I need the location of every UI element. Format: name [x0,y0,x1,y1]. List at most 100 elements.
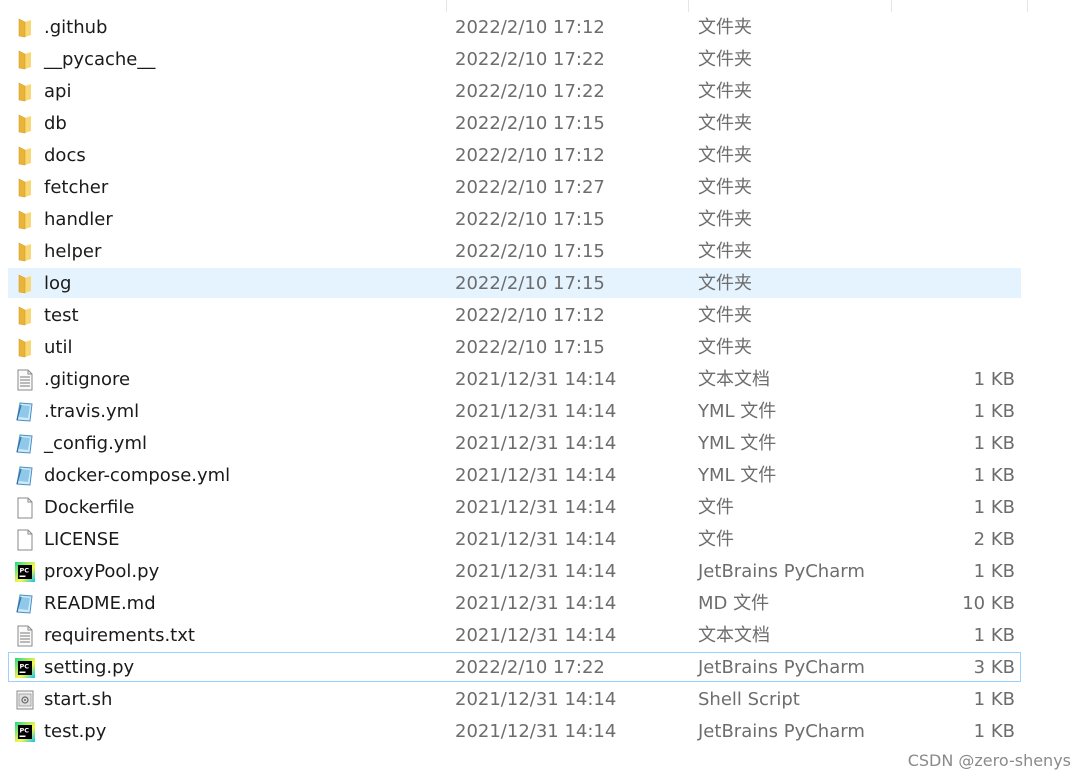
file-name: docker-compose.yml [44,465,231,486]
file-type: 文件夹 [698,177,752,198]
file-size: 1 KB [973,625,1015,646]
file-size: 1 KB [973,369,1015,390]
file-name: _config.yml [44,433,147,454]
folder-icon [15,17,35,39]
file-row[interactable]: docker-compose.yml 2021/12/31 14:14 YML 文件… [8,460,1021,490]
file-name: util [44,337,73,358]
file-row[interactable]: README.md 2021/12/31 14:14 MD 文件 10 KB [8,588,1021,618]
file-type: MD 文件 [698,593,770,614]
file-row[interactable]: log 2022/2/10 17:15 文件夹 [8,268,1021,298]
file-type: 文件夹 [698,241,752,262]
file-type: JetBrains PyCharm [698,657,865,678]
file-row[interactable]: handler 2022/2/10 17:15 文件夹 [8,204,1021,234]
file-name: docs [44,145,86,166]
file-row[interactable]: __pycache__ 2022/2/10 17:22 文件夹 [8,44,1021,74]
file-name: README.md [44,593,156,614]
file-row[interactable]: start.sh 2021/12/31 14:14 Shell Script 1 KB [8,684,1021,714]
file-date: 2021/12/31 14:14 [455,465,617,486]
file-row[interactable]: LICENSE 2021/12/31 14:14 文件 2 KB [8,524,1021,554]
file-type: 文本文档 [698,625,770,646]
file-size: 2 KB [973,529,1015,550]
file-row[interactable]: api 2022/2/10 17:22 文件夹 [8,76,1021,106]
file-row[interactable]: PC proxyPool.py 2021/12/31 14:14 JetBrains … [8,556,1021,586]
watermark: CSDN @zero-shenys [907,751,1071,770]
file-type: 文件夹 [698,145,752,166]
folder-icon [15,209,35,231]
yml-file-icon [15,465,35,487]
file-type: 文件 [698,497,734,518]
file-date: 2022/2/10 17:15 [455,337,605,358]
file-row[interactable]: helper 2022/2/10 17:15 文件夹 [8,236,1021,266]
file-date: 2021/12/31 14:14 [455,497,617,518]
folder-icon [15,177,35,199]
svg-text:PC: PC [20,727,30,735]
file-type: 文件夹 [698,305,752,326]
shell-script-icon [15,689,35,711]
svg-text:PC: PC [20,567,30,575]
file-row[interactable]: Dockerfile 2021/12/31 14:14 文件 1 KB [8,492,1021,522]
file-date: 2022/2/10 17:15 [455,241,605,262]
yml-file-icon [15,401,35,423]
file-size: 1 KB [973,497,1015,518]
file-date: 2022/2/10 17:22 [455,49,605,70]
file-type: 文本文档 [698,369,770,390]
file-row[interactable]: PC setting.py 2022/2/10 17:22 JetBrains PyC… [8,652,1021,682]
file-date: 2022/2/10 17:15 [455,273,605,294]
file-type: 文件 [698,529,734,550]
file-name: .github [44,17,108,38]
file-type: YML 文件 [698,433,777,454]
svg-text:PC: PC [20,663,30,671]
file-date: 2022/2/10 17:27 [455,177,605,198]
pycharm-icon: PC [15,721,35,743]
file-row[interactable]: util 2022/2/10 17:15 文件夹 [8,332,1021,362]
file-name: requirements.txt [44,625,195,646]
file-type: JetBrains PyCharm [698,561,865,582]
file-row[interactable]: _config.yml 2021/12/31 14:14 YML 文件 1 KB [8,428,1021,458]
file-size: 1 KB [973,721,1015,742]
file-row[interactable]: .travis.yml 2021/12/31 14:14 YML 文件 1 KB [8,396,1021,426]
file-date: 2021/12/31 14:14 [455,721,617,742]
folder-icon [15,113,35,135]
file-name: proxyPool.py [44,561,160,582]
file-type: Shell Script [698,689,800,710]
file-row[interactable]: db 2022/2/10 17:15 文件夹 [8,108,1021,138]
file-date: 2022/2/10 17:12 [455,17,605,38]
pycharm-icon: PC [15,657,35,679]
file-name: test [44,305,79,326]
file-type: 文件夹 [698,17,752,38]
file-name: db [44,113,67,134]
folder-icon [15,273,35,295]
file-name: fetcher [44,177,109,198]
file-size: 1 KB [973,433,1015,454]
file-name: handler [44,209,113,230]
file-row[interactable]: docs 2022/2/10 17:12 文件夹 [8,140,1021,170]
file-date: 2021/12/31 14:14 [455,433,617,454]
file-type: YML 文件 [698,401,777,422]
file-size: 1 KB [973,465,1015,486]
file-type: JetBrains PyCharm [698,721,865,742]
file-type: 文件夹 [698,209,752,230]
file-date: 2022/2/10 17:12 [455,145,605,166]
folder-icon [15,241,35,263]
file-date: 2022/2/10 17:15 [455,113,605,134]
file-name: __pycache__ [44,49,156,70]
pycharm-icon: PC [15,561,35,583]
file-row[interactable]: PC test.py 2021/12/31 14:14 JetBrains PyCha… [8,716,1021,746]
folder-icon [15,81,35,103]
file-name: log [44,273,72,294]
file-type: 文件夹 [698,49,752,70]
file-row[interactable]: .github 2022/2/10 17:12 文件夹 [8,12,1021,42]
file-row[interactable]: .gitignore 2021/12/31 14:14 文本文档 1 KB [8,364,1021,394]
file-name: Dockerfile [44,497,135,518]
yml-file-icon [15,593,35,615]
yml-file-icon [15,433,35,455]
file-row[interactable]: test 2022/2/10 17:12 文件夹 [8,300,1021,330]
file-row[interactable]: requirements.txt 2021/12/31 14:14 文本文档 1 KB [8,620,1021,650]
file-name: LICENSE [44,529,120,550]
file-row[interactable]: fetcher 2022/2/10 17:27 文件夹 [8,172,1021,202]
file-name: helper [44,241,102,262]
blank-file-icon [15,497,35,519]
file-type: 文件夹 [698,81,752,102]
folder-icon [15,145,35,167]
file-date: 2022/2/10 17:15 [455,209,605,230]
